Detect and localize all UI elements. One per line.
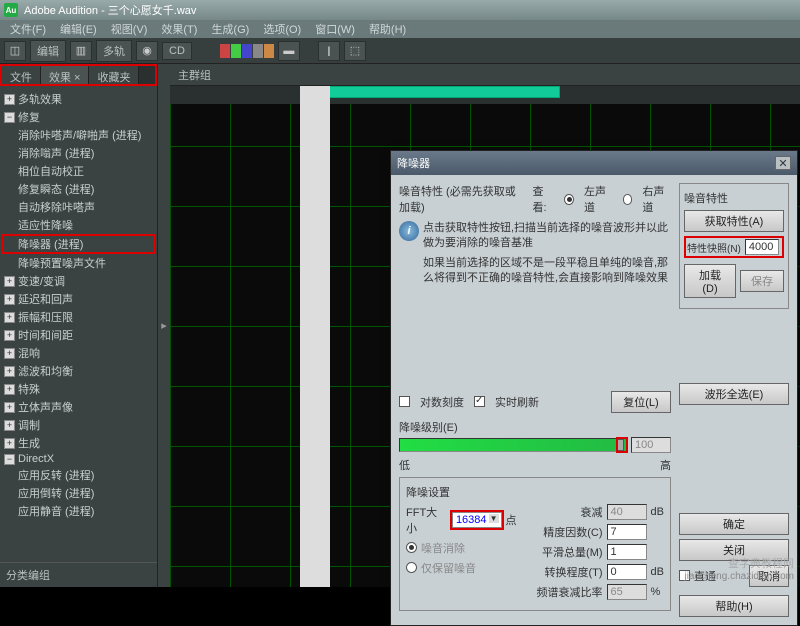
panel-collapse-icon[interactable]: ▸ [158,64,170,587]
radio-keep-noise[interactable] [406,562,417,573]
select-all-button[interactable]: 波形全选(E) [679,383,789,405]
menu-window[interactable]: 窗口(W) [309,19,361,39]
color-palette[interactable] [220,44,274,58]
window-title: Adobe Audition - 三个心愿女千.wav [24,2,196,18]
reset-button[interactable]: 复位(L) [611,391,671,413]
radio-right-channel[interactable] [623,194,633,205]
smooth-input[interactable]: 1 [607,544,647,560]
radio-remove-noise[interactable] [406,542,417,553]
mode-edit[interactable]: 编辑 [30,40,66,62]
panel-footer: 分类编组 [0,562,157,587]
noise-reduction-dialog: 降噪器 ✕ 噪音特性 (必需先获取或加载) 查看: 左声道 右声道 i 点击获取… [390,150,798,626]
group-tab[interactable]: 主群组 [170,64,800,86]
noise-level-slider[interactable] [399,438,627,452]
dialog-title: 降噪器 [397,155,430,171]
ok-button[interactable]: 确定 [679,513,789,535]
menu-edit[interactable]: 编辑(E) [54,19,103,39]
transition-input[interactable]: 0 [607,564,647,580]
menu-view[interactable]: 视图(V) [105,19,154,39]
selection-range[interactable] [300,86,560,98]
tab-effects[interactable]: 效果 × [41,66,89,84]
effects-tree[interactable]: +多轨效果 −修复 消除咔嗒声/噼啪声 (进程) 消除嗡声 (进程) 相位自动校… [0,86,157,562]
get-profile-button[interactable]: 获取特性(A) [684,210,784,232]
precision-input[interactable]: 7 [607,524,647,540]
expand-icon[interactable]: + [4,94,15,105]
mode-cd[interactable]: CD [162,42,192,60]
mode-multi[interactable]: 多轨 [96,40,132,62]
menu-generate[interactable]: 生成(G) [205,19,255,39]
tool-brush-icon[interactable]: ▬ [278,41,300,61]
multitrack-icon[interactable]: ▥ [70,41,92,61]
menu-effects[interactable]: 效果(T) [155,19,203,39]
cd-icon[interactable]: ◉ [136,41,158,61]
spectral-decay-input[interactable]: 65 [607,584,647,600]
menu-help[interactable]: 帮助(H) [363,19,412,39]
panel-tabs: 文件 效果 × 收藏夹 [0,64,157,86]
close-icon[interactable]: ✕ [775,156,791,170]
load-button[interactable]: 加载(D) [684,264,736,298]
tool-marquee-icon[interactable]: ⬚ [344,41,366,61]
checkbox-live-update[interactable] [474,396,485,407]
menu-file[interactable]: 文件(F) [4,19,52,39]
tab-file[interactable]: 文件 [2,66,41,84]
noise-level-value: 100 [631,437,671,453]
save-button[interactable]: 保存 [740,270,784,292]
menubar: 文件(F) 编辑(E) 视图(V) 效果(T) 生成(G) 选项(O) 窗口(W… [0,20,800,38]
app-icon: Au [4,3,18,17]
help-button[interactable]: 帮助(H) [679,595,789,617]
fft-size-select[interactable]: 16384 [452,512,502,528]
collapse-icon[interactable]: − [4,112,15,123]
menu-options[interactable]: 选项(O) [257,19,307,39]
checkbox-log-scale[interactable] [399,396,410,407]
waveform-clip[interactable] [300,86,330,587]
attenuation-input[interactable]: 40 [607,504,647,520]
info-icon: i [399,221,419,241]
radio-left-channel[interactable] [564,194,574,205]
snapshot-input[interactable]: 4000 [745,239,779,255]
toolbar: ◫ 编辑 ▥ 多轨 ◉ CD ▬ I ⬚ [0,38,800,64]
watermark: 查字典教程网 jiaocheng.chazidian.com [684,558,794,583]
tab-favorites[interactable]: 收藏夹 [89,66,139,84]
tree-noise-reduction[interactable]: 降噪器 (进程) [18,236,83,252]
time-ruler[interactable] [170,86,800,104]
waveform-icon[interactable]: ◫ [4,41,26,61]
tool-ibeam-icon[interactable]: I [318,41,340,61]
